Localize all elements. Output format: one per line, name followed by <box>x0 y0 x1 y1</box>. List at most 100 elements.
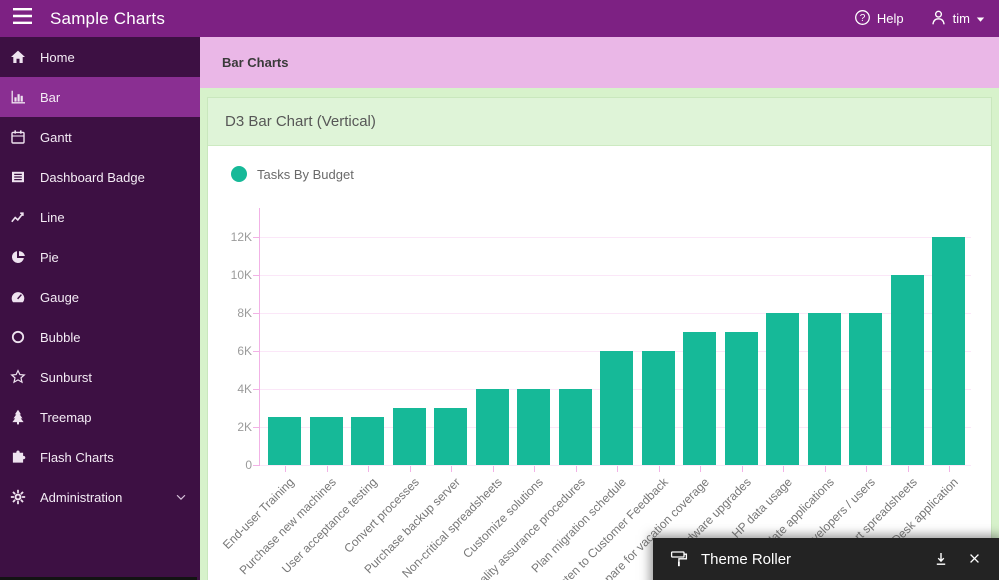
bar <box>766 313 799 465</box>
bar <box>310 417 343 465</box>
sidebar-item-line[interactable]: Line <box>0 197 200 237</box>
theme-roller-panel: Theme Roller <box>653 538 999 580</box>
chart-card-body: Tasks By Budget 02K4K6K8K10K12KEnd-user … <box>208 146 991 580</box>
help-label: Help <box>877 11 904 26</box>
sidebar-item-label: Sunburst <box>40 370 92 385</box>
gauge-icon <box>10 289 26 305</box>
user-menu-button[interactable]: tim <box>930 9 985 29</box>
bar <box>932 237 965 465</box>
x-axis-tick <box>659 466 660 472</box>
sidebar-item-gauge[interactable]: Gauge <box>0 277 200 317</box>
sidebar-item-label: Home <box>40 50 75 65</box>
sidebar-item-gantt[interactable]: Gantt <box>0 117 200 157</box>
download-button[interactable] <box>933 551 949 567</box>
sidebar-item-label: Flash Charts <box>40 450 114 465</box>
x-axis-tick <box>368 466 369 472</box>
bar <box>683 332 716 465</box>
bar <box>268 417 301 465</box>
chart-card-header: D3 Bar Chart (Vertical) <box>208 98 991 146</box>
breadcrumb-toolbar: Bar Charts <box>200 37 999 88</box>
x-axis-tick <box>617 466 618 472</box>
sidebar-item-label: Administration <box>40 490 122 505</box>
page-title: Bar Charts <box>222 55 288 70</box>
sidebar-item-pie[interactable]: Pie <box>0 237 200 277</box>
sidebar-item-label: Dashboard Badge <box>40 170 145 185</box>
sidebar-item-flash-charts[interactable]: Flash Charts <box>0 437 200 477</box>
list-icon <box>10 169 26 185</box>
gridline <box>260 465 971 466</box>
user-name: tim <box>953 11 970 26</box>
bar <box>642 351 675 465</box>
x-axis-tick <box>493 466 494 472</box>
help-icon: ? <box>854 9 871 29</box>
bar <box>434 408 467 465</box>
sidebar-item-label: Bar <box>40 90 60 105</box>
sidebar-item-label: Line <box>40 210 65 225</box>
gridline <box>260 237 971 238</box>
y-axis-tick <box>253 237 259 238</box>
sidebar-item-home[interactable]: Home <box>0 37 200 77</box>
x-axis-tick <box>285 466 286 472</box>
close-icon[interactable] <box>967 551 983 567</box>
y-axis-label: 0 <box>208 458 252 472</box>
x-axis-tick <box>949 466 950 472</box>
header-actions: ? Help tim <box>854 9 999 29</box>
star-icon <box>10 369 26 385</box>
gridline <box>260 275 971 276</box>
y-axis-tick <box>253 427 259 428</box>
x-axis-tick <box>866 466 867 472</box>
y-axis-label: 12K <box>208 230 252 244</box>
chart-card-title: D3 Bar Chart (Vertical) <box>225 113 376 130</box>
sidebar-item-dashboard-badge[interactable]: Dashboard Badge <box>0 157 200 197</box>
app-header: Sample Charts ? Help tim <box>0 0 999 37</box>
sidebar-item-bar[interactable]: Bar <box>0 77 200 117</box>
line-chart-icon <box>10 209 26 225</box>
y-axis-tick <box>253 351 259 352</box>
chevron-down-icon <box>174 490 188 504</box>
app-title: Sample Charts <box>50 9 165 29</box>
pie-chart-icon <box>10 249 26 265</box>
bar <box>600 351 633 465</box>
legend-marker <box>231 166 247 182</box>
svg-text:?: ? <box>860 13 866 24</box>
bubble-icon <box>10 329 26 345</box>
theme-roller-title: Theme Roller <box>701 551 915 568</box>
calendar-icon <box>10 129 26 145</box>
legend-label: Tasks By Budget <box>257 167 354 182</box>
user-icon <box>930 9 947 29</box>
bar <box>849 313 882 465</box>
bar <box>476 389 509 465</box>
bar <box>517 389 550 465</box>
y-axis-label: 8K <box>208 306 252 320</box>
sidebar-item-label: Gantt <box>40 130 72 145</box>
x-axis-tick <box>576 466 577 472</box>
caret-down-icon <box>976 11 985 26</box>
y-axis-label: 4K <box>208 382 252 396</box>
paint-roller-icon <box>669 549 689 569</box>
sidebar-item-sunburst[interactable]: Sunburst <box>0 357 200 397</box>
y-axis-label: 6K <box>208 344 252 358</box>
chart-legend: Tasks By Budget <box>231 166 354 182</box>
bar <box>393 408 426 465</box>
sidebar-item-label: Bubble <box>40 330 80 345</box>
y-axis-tick <box>253 313 259 314</box>
sidebar-item-administration[interactable]: Administration <box>0 477 200 517</box>
x-axis-tick <box>410 466 411 472</box>
home-icon <box>10 49 26 65</box>
y-axis-tick <box>253 465 259 466</box>
x-axis-tick <box>327 466 328 472</box>
sidebar-nav: Home Bar Gantt Dashboard Badge Line Pie Gauge B… <box>0 37 200 580</box>
sidebar-item-label: Gauge <box>40 290 79 305</box>
x-axis-tick <box>700 466 701 472</box>
y-axis-tick <box>253 275 259 276</box>
sidebar-item-treemap[interactable]: Treemap <box>0 397 200 437</box>
sidebar-item-bubble[interactable]: Bubble <box>0 317 200 357</box>
x-axis-tick <box>742 466 743 472</box>
y-axis-label: 10K <box>208 268 252 282</box>
y-axis-label: 2K <box>208 420 252 434</box>
help-button[interactable]: ? Help <box>854 9 904 29</box>
x-axis-tick <box>825 466 826 472</box>
sidebar-item-label: Treemap <box>40 410 92 425</box>
content-area: D3 Bar Chart (Vertical) Tasks By Budget … <box>200 88 999 580</box>
hamburger-menu-button[interactable] <box>0 0 44 37</box>
